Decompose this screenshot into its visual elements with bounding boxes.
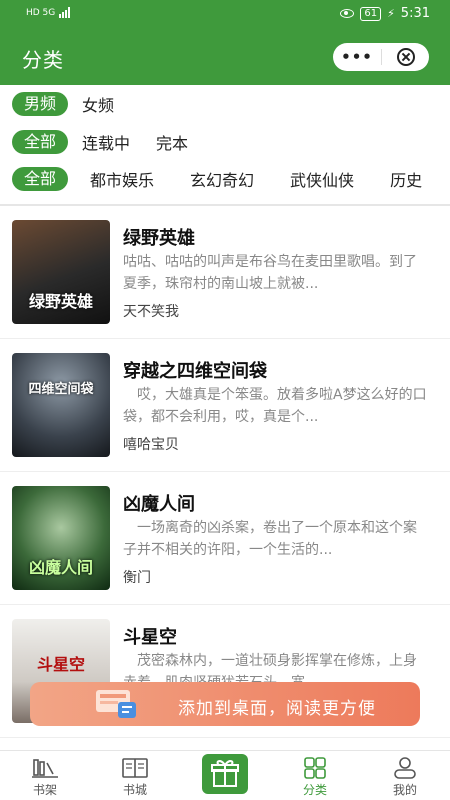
book-description: 咕咕、咕咕的叫声是布谷鸟在麦田里歌唱。到了夏季，珠帘村的南山坡上就被... [123,254,417,292]
cover-title: 绿野英雄 [28,292,93,311]
desktop-illustration-icon [96,690,136,718]
more-menu-button[interactable]: ••• [333,48,381,66]
book-author: 衡门 [123,570,151,586]
grid-icon [304,757,326,779]
network-indicator: HD 5G [26,7,71,18]
book-item[interactable]: 凶魔人间 凶魔人间 一场离奇的凶杀案，卷出了一个原本和这个案子并不相关的许阳，一… [0,472,450,605]
book-list: 绿野英雄 绿野英雄 咕咕、咕咕的叫声是布谷鸟在麦田里歌唱。到了夏季，珠帘村的南山… [0,206,450,738]
mini-program-capsule: ••• [333,43,429,71]
gender-filter: 男频 女频 [0,85,450,123]
user-icon [394,757,416,779]
filter-option-urban[interactable]: 都市娱乐 [90,167,154,191]
tab-profile[interactable]: 我的 [360,751,450,800]
battery-icon: 61 [360,6,382,21]
filter-option-completed[interactable]: 完本 [156,130,188,154]
eye-comfort-icon [340,9,355,18]
genre-filter: 全部 都市娱乐 玄幻奇幻 武侠仙侠 历史 [0,160,450,198]
book-author: 天不笑我 [123,304,179,320]
tab-label: 书城 [122,783,147,797]
tab-label: 我的 [392,783,417,797]
filter-option-fantasy[interactable]: 玄幻奇幻 [190,167,254,191]
filter-option-serializing[interactable]: 连载中 [82,130,130,154]
add-to-desktop-text: 添加到桌面，阅读更方便 [178,699,376,719]
signal-icon [59,7,71,18]
gift-button [202,754,248,794]
book-description: 一场离奇的凶杀案，卷出了一个原本和这个案子并不相关的许阳，一个生活的... [123,520,417,558]
book-title: 绿野英雄 [123,228,195,249]
bookshelf-icon [32,759,58,778]
cover-title: 四维空间袋 [28,382,94,397]
filter-chip-all-genre[interactable]: 全部 [12,167,69,191]
book-cover: 四维空间袋 [12,353,110,457]
cover-title: 凶魔人间 [28,558,93,577]
tab-label: 分类 [302,783,327,797]
tab-bookstore[interactable]: 书城 [90,751,180,800]
close-button[interactable] [382,48,429,66]
book-cover: 绿野英雄 [12,220,110,324]
status-bar: HD 5G 61 ⚡ 5:31 [0,0,450,30]
tab-label: 书架 [32,783,57,797]
add-to-desktop-banner[interactable]: 添加到桌面，阅读更方便 [30,682,420,726]
app-bar: 分类 ••• [0,30,450,85]
book-title: 斗星空 [123,627,177,648]
tab-gift[interactable] [180,751,270,800]
status-filter: 全部 连载中 完本 [0,123,450,161]
book-item[interactable]: 四维空间袋 穿越之四维空间袋 哎，大雄真是个笨蛋。放着多啦A梦这么好的口袋，都不… [0,339,450,472]
clock: 5:31 [400,6,430,21]
tab-category[interactable]: 分类 [270,751,360,800]
book-title: 穿越之四维空间袋 [123,361,267,382]
open-book-icon [122,758,148,778]
book-author: 嘻哈宝贝 [123,437,179,453]
filter-option-wuxia[interactable]: 武侠仙侠 [290,167,354,191]
network-label: HD 5G [26,7,56,18]
close-icon [396,48,415,66]
book-description: 哎，大雄真是个笨蛋。放着多啦A梦这么好的口袋，都不会利用，哎，真是个... [123,387,427,425]
book-title: 凶魔人间 [123,494,195,515]
gift-icon [211,760,239,787]
page-title: 分类 [22,48,64,72]
tab-bookshelf[interactable]: 书架 [0,751,90,800]
bottom-tab-bar: 书架 书城 分类 我的 [0,750,450,800]
cover-title: 斗星空 [36,655,85,674]
filter-option-female[interactable]: 女频 [82,92,114,116]
filter-option-history[interactable]: 历史 [390,167,422,191]
book-item[interactable]: 绿野英雄 绿野英雄 咕咕、咕咕的叫声是布谷鸟在麦田里歌唱。到了夏季，珠帘村的南山… [0,206,450,339]
lightning-icon: ⚡ [387,7,395,20]
filter-chip-all-status[interactable]: 全部 [12,130,69,154]
filter-chip-male[interactable]: 男频 [12,92,69,116]
book-cover: 凶魔人间 [12,486,110,590]
